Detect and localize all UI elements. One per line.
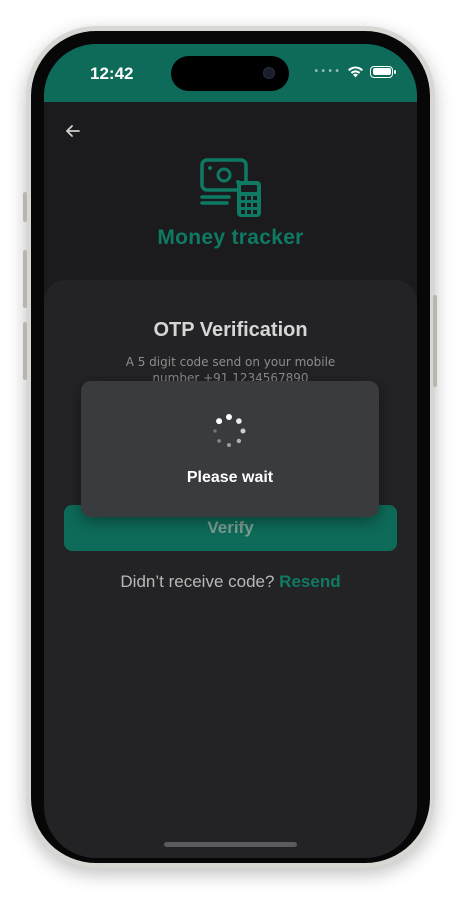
app-screen: 12:42 •••• Money tracker OTP Verificatio… [44, 44, 417, 858]
volume-down-button [23, 322, 27, 380]
home-indicator[interactable] [164, 842, 297, 847]
cellular-signal-icon: •••• [313, 66, 341, 77]
money-calculator-icon [200, 158, 261, 217]
volume-up-button [23, 250, 27, 308]
resend-row: Didn’t receive code? Resend [44, 572, 417, 592]
app-title: Money tracker [157, 226, 304, 249]
status-time: 12:42 [90, 64, 134, 83]
loading-dialog: Please wait [81, 381, 379, 517]
status-icons: •••• [313, 65, 396, 78]
resend-prompt: Didn’t receive code? [120, 572, 275, 591]
loading-message: Please wait [186, 469, 274, 486]
power-button [433, 295, 437, 387]
camera-icon [263, 67, 275, 79]
mute-switch [23, 192, 27, 222]
battery-icon [370, 65, 396, 78]
resend-link[interactable]: Resend [279, 572, 340, 591]
otp-title: OTP Verification [153, 319, 308, 341]
dynamic-island [171, 56, 289, 91]
loading-spinner-icon [213, 414, 246, 447]
back-arrow-icon[interactable] [62, 120, 84, 142]
status-bar: 12:42 •••• [44, 44, 417, 102]
wifi-icon [348, 66, 363, 78]
